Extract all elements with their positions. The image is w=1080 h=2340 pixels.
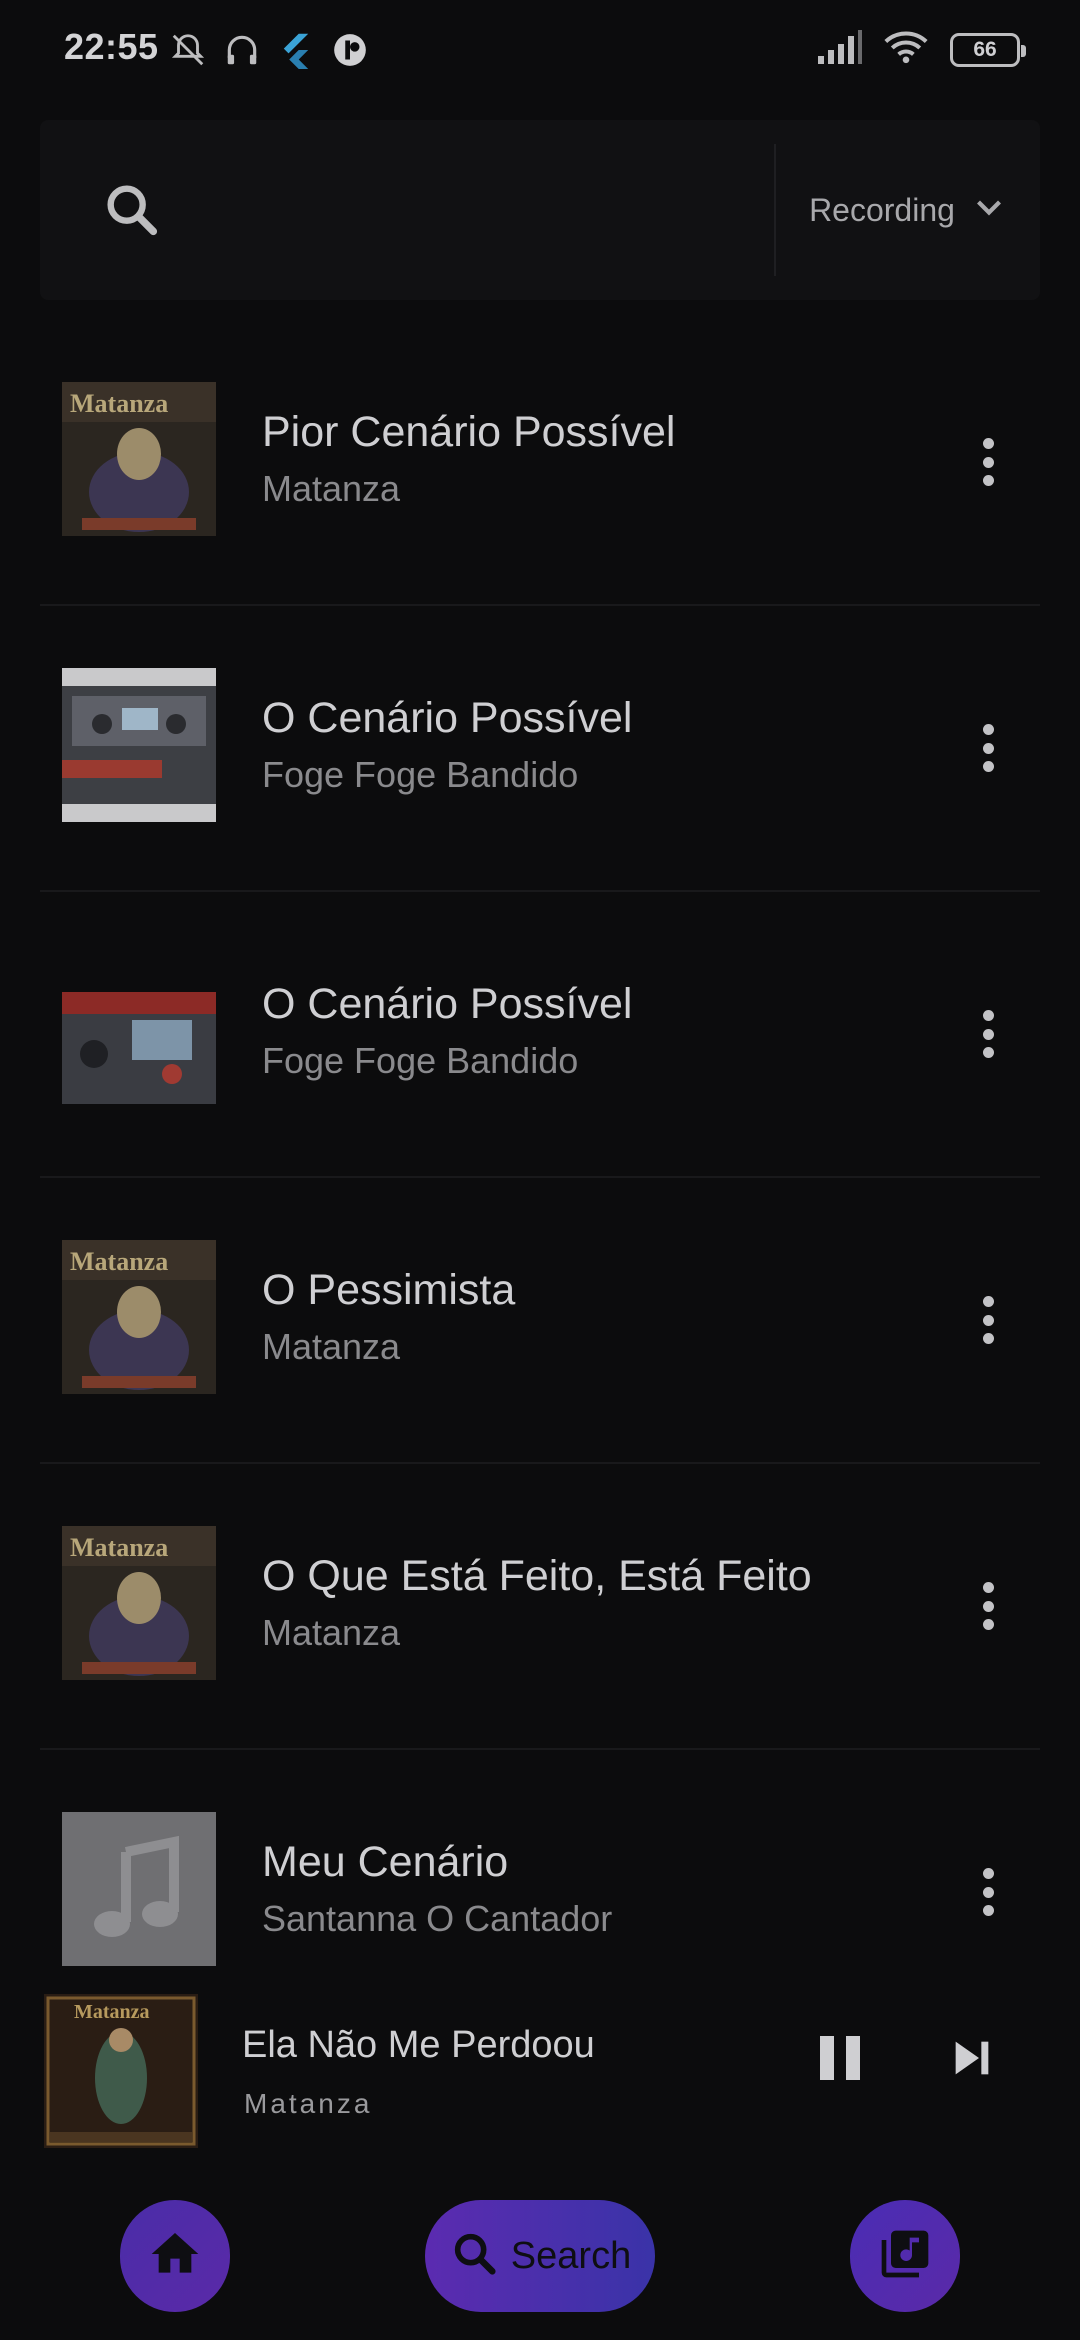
- song-artist: Matanza: [262, 1326, 401, 1367]
- search-filter-dropdown[interactable]: Recording: [776, 120, 1040, 300]
- battery-level: 66: [973, 37, 997, 61]
- song-row[interactable]: Matanza O Pessimista Matanza: [40, 1178, 1040, 1464]
- more-vert-icon[interactable]: [966, 1290, 1010, 1350]
- nav-search-label: Search: [510, 2234, 632, 2277]
- search-input[interactable]: [200, 160, 800, 260]
- chevron-down-icon: [971, 190, 1007, 231]
- song-row[interactable]: O Cenário Possível Foge Foge Bandido: [40, 606, 1040, 892]
- more-vert-icon[interactable]: [966, 1004, 1010, 1064]
- nav-search-button[interactable]: Search: [425, 2200, 655, 2312]
- skip-next-icon[interactable]: [944, 2030, 1000, 2086]
- song-artist: Foge Foge Bandido: [262, 754, 579, 795]
- bottom-nav: Search: [0, 2190, 1080, 2340]
- song-artist: Matanza: [262, 1612, 401, 1653]
- now-playing-artist: Matanza: [244, 2088, 373, 2119]
- home-icon: [147, 2226, 203, 2287]
- status-notification-icons: [168, 30, 370, 70]
- album-art: [62, 954, 216, 1108]
- pause-button[interactable]: [812, 2030, 868, 2086]
- mute-bell-icon: [168, 30, 208, 70]
- more-vert-icon[interactable]: [966, 718, 1010, 778]
- song-row[interactable]: Matanza Pior Cenário Possível Matanza: [40, 320, 1040, 606]
- app-icon: [330, 30, 370, 70]
- song-artist: Matanza: [262, 468, 401, 509]
- song-title: O Pessimista: [262, 1266, 516, 1314]
- album-art: [62, 668, 216, 822]
- song-title: O Cenário Possível: [262, 980, 633, 1028]
- song-title: Pior Cenário Possível: [262, 408, 676, 456]
- signal-icon: [818, 30, 862, 69]
- status-time: 22:55: [64, 26, 159, 67]
- song-artist: Santanna O Cantador: [262, 1898, 613, 1939]
- search-icon: [449, 2228, 501, 2285]
- flutter-icon: [276, 30, 316, 70]
- album-art: Matanza: [62, 1526, 216, 1680]
- album-art: Matanza: [62, 382, 216, 536]
- song-row[interactable]: Matanza O Que Está Feito, Está Feito Mat…: [40, 1464, 1040, 1750]
- svg-text:Matanza: Matanza: [70, 1533, 168, 1562]
- mini-player[interactable]: Matanza Ela Não Me Perdoou Matanza: [0, 1984, 1080, 2160]
- now-playing-art: Matanza: [44, 1994, 198, 2148]
- nav-library-button[interactable]: [850, 2200, 960, 2312]
- status-system-icons: 66: [818, 30, 1026, 69]
- song-artist: Foge Foge Bandido: [262, 1040, 579, 1081]
- status-bar: 22:55 66: [0, 0, 1080, 100]
- song-title: O Que Está Feito, Está Feito: [262, 1552, 812, 1600]
- song-list: Matanza Pior Cenário Possível Matanza O …: [40, 320, 1040, 2036]
- more-vert-icon[interactable]: [966, 1576, 1010, 1636]
- library-music-icon: [877, 2226, 933, 2287]
- svg-text:Matanza: Matanza: [70, 1247, 168, 1276]
- song-title: Meu Cenário: [262, 1838, 509, 1886]
- song-row[interactable]: O Cenário Possível Foge Foge Bandido: [40, 892, 1040, 1178]
- album-art: Matanza: [62, 1240, 216, 1394]
- screen: 22:55 66 Recording Matanza Pior Cenário …: [0, 0, 1080, 2340]
- battery-icon: 66: [950, 32, 1026, 67]
- more-vert-icon[interactable]: [966, 1862, 1010, 1922]
- song-title: O Cenário Possível: [262, 694, 633, 742]
- nav-home-button[interactable]: [120, 2200, 230, 2312]
- wifi-icon: [884, 30, 928, 69]
- search-bar: Recording: [40, 120, 1040, 300]
- svg-text:Matanza: Matanza: [70, 389, 168, 418]
- filter-label: Recording: [809, 191, 955, 228]
- svg-text:Matanza: Matanza: [74, 2001, 150, 2023]
- more-vert-icon[interactable]: [966, 432, 1010, 492]
- search-icon[interactable]: [100, 178, 164, 242]
- headphones-icon: [222, 30, 262, 70]
- album-art-placeholder: [62, 1812, 216, 1966]
- now-playing-title: Ela Não Me Perdoou: [242, 2024, 595, 2066]
